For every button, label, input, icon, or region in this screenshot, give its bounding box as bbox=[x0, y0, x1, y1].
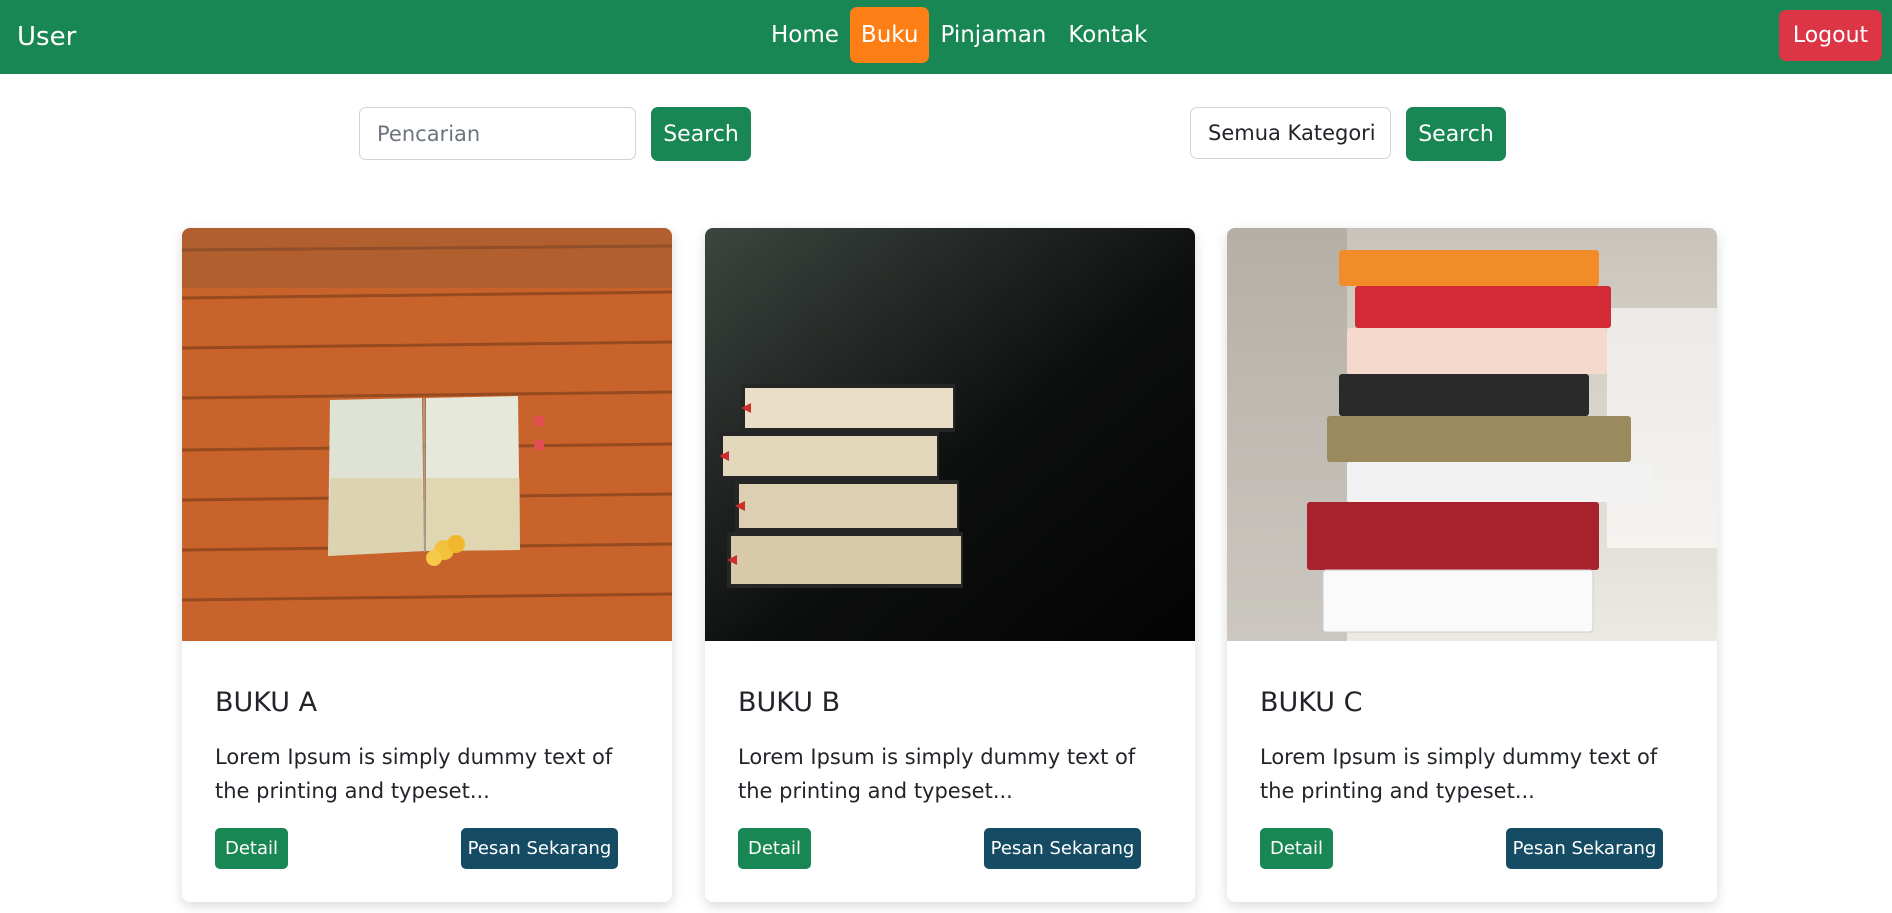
card-title: BUKU B bbox=[738, 687, 841, 718]
card-description: Lorem Ipsum is simply dummy text of the … bbox=[1260, 745, 1658, 803]
card-title: BUKU A bbox=[215, 687, 318, 718]
search-input[interactable] bbox=[359, 107, 636, 160]
search-button[interactable]: Search bbox=[651, 107, 751, 161]
book-image-business-books bbox=[1227, 228, 1717, 641]
navbar: User Home Buku Pinjaman Kontak Logout bbox=[0, 0, 1892, 74]
nav-link-kontak[interactable]: Kontak bbox=[1057, 7, 1158, 63]
detail-button[interactable]: Detail bbox=[738, 828, 811, 869]
card-description: Lorem Ipsum is simply dummy text of the … bbox=[215, 745, 613, 803]
logout-button[interactable]: Logout bbox=[1779, 10, 1882, 61]
book-image-book-stack bbox=[705, 228, 1195, 641]
order-now-button[interactable]: Pesan Sekarang bbox=[461, 828, 618, 869]
nav-link-home[interactable]: Home bbox=[760, 7, 850, 63]
order-now-button[interactable]: Pesan Sekarang bbox=[1506, 828, 1663, 869]
book-image-open-book bbox=[182, 228, 672, 641]
nav-links: Home Buku Pinjaman Kontak bbox=[760, 7, 1158, 63]
order-now-button[interactable]: Pesan Sekarang bbox=[984, 828, 1141, 869]
nav-link-pinjaman[interactable]: Pinjaman bbox=[929, 7, 1057, 63]
book-card: BUKU B Lorem Ipsum is simply dummy text … bbox=[705, 228, 1195, 902]
detail-button[interactable]: Detail bbox=[1260, 828, 1333, 869]
category-search-button[interactable]: Search bbox=[1406, 107, 1506, 161]
navbar-brand[interactable]: User bbox=[17, 20, 76, 54]
card-title: BUKU C bbox=[1260, 687, 1363, 718]
book-card: BUKU C Lorem Ipsum is simply dummy text … bbox=[1227, 228, 1717, 902]
nav-link-buku[interactable]: Buku bbox=[849, 7, 930, 63]
card-description: Lorem Ipsum is simply dummy text of the … bbox=[738, 745, 1136, 803]
detail-button[interactable]: Detail bbox=[215, 828, 288, 869]
book-card: BUKU A Lorem Ipsum is simply dummy text … bbox=[182, 228, 672, 902]
category-select[interactable]: Semua Kategori bbox=[1190, 107, 1391, 159]
